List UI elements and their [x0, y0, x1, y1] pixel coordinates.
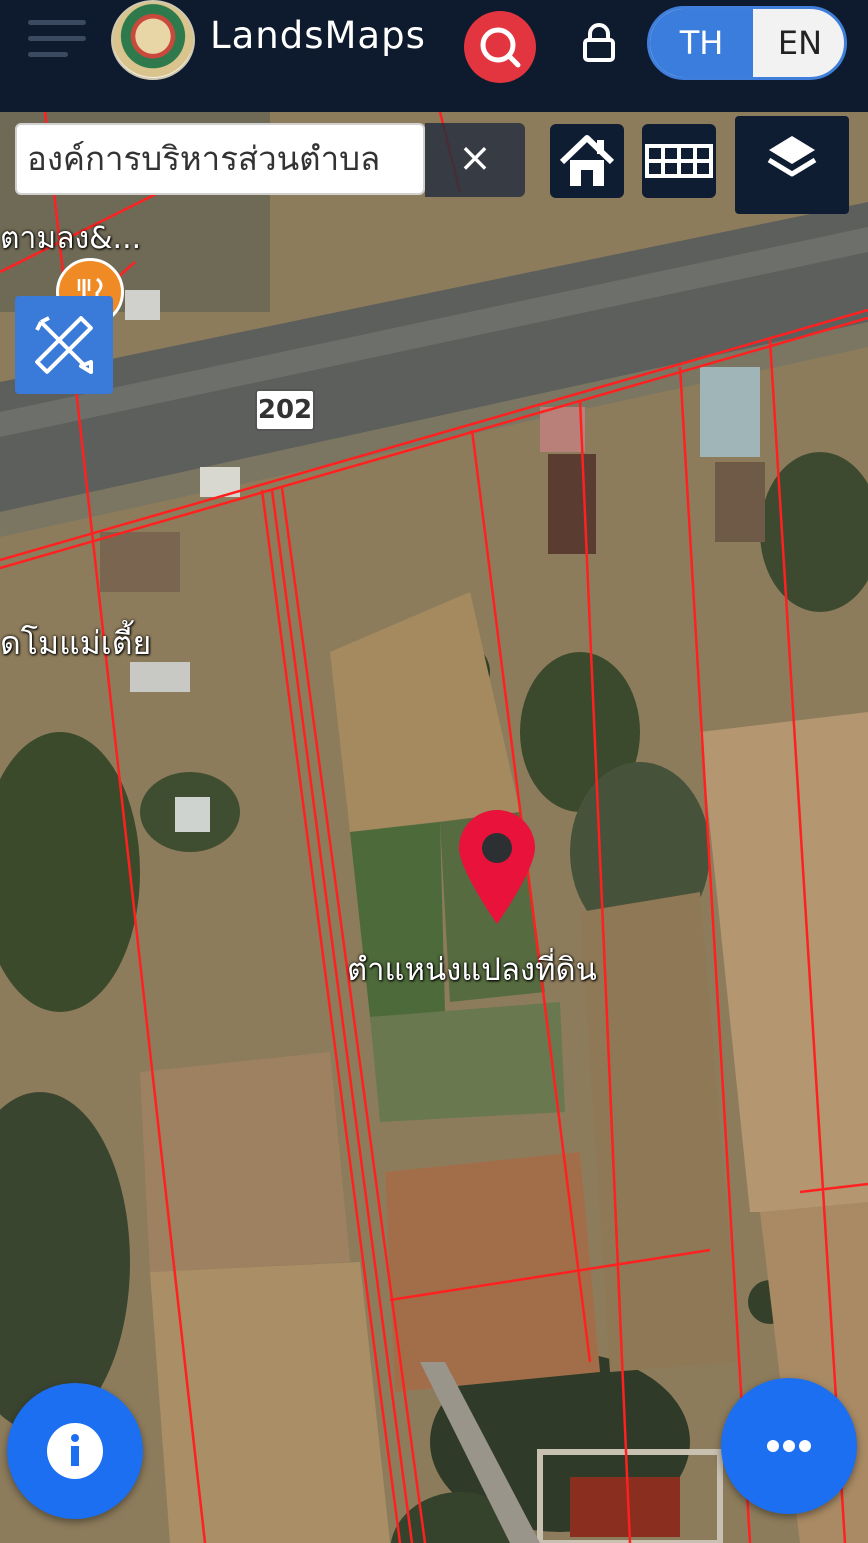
pin-label: ตำแหน่งแปลงที่ดิน: [347, 952, 597, 988]
lock-icon[interactable]: [580, 22, 618, 62]
place-label-left: ดโมแม่เตี้ย: [0, 624, 152, 662]
grid-icon: [645, 144, 713, 178]
app-logo: [111, 0, 195, 80]
place-label-top-left: ตามลง&...: [0, 221, 142, 256]
satellite-map[interactable]: ตามลง&... ดโมแม่เตี้ย 202 ตำแหน่งแปลงที่…: [0, 112, 868, 1543]
app-header: LandsMaps TH EN: [0, 0, 868, 112]
app-title: LandsMaps: [210, 14, 426, 57]
location-pin-icon[interactable]: [455, 808, 539, 926]
map-imagery: [0, 112, 868, 1543]
layers-button[interactable]: [735, 116, 849, 214]
lang-en-option[interactable]: EN: [753, 9, 844, 77]
search-button[interactable]: [464, 11, 536, 83]
language-toggle[interactable]: TH EN: [647, 6, 847, 80]
clear-search-button[interactable]: ×: [425, 123, 525, 197]
ruler-pencil-icon: [35, 316, 93, 374]
more-options-button[interactable]: [721, 1378, 857, 1514]
search-input[interactable]: องค์การบริหารส่วนตำบล: [15, 123, 425, 195]
road-number-shield: 202: [255, 389, 315, 431]
home-icon: [559, 135, 615, 186]
home-button[interactable]: [550, 124, 624, 198]
lang-th-option[interactable]: TH: [650, 9, 753, 77]
menu-icon[interactable]: [28, 14, 88, 64]
grid-button[interactable]: [642, 124, 716, 198]
info-button[interactable]: [7, 1383, 143, 1519]
measure-tool-button[interactable]: [15, 296, 113, 394]
layers-icon: [767, 136, 817, 177]
search-icon: [480, 27, 521, 68]
more-dots-icon: [767, 1440, 811, 1452]
info-icon: [47, 1423, 103, 1479]
